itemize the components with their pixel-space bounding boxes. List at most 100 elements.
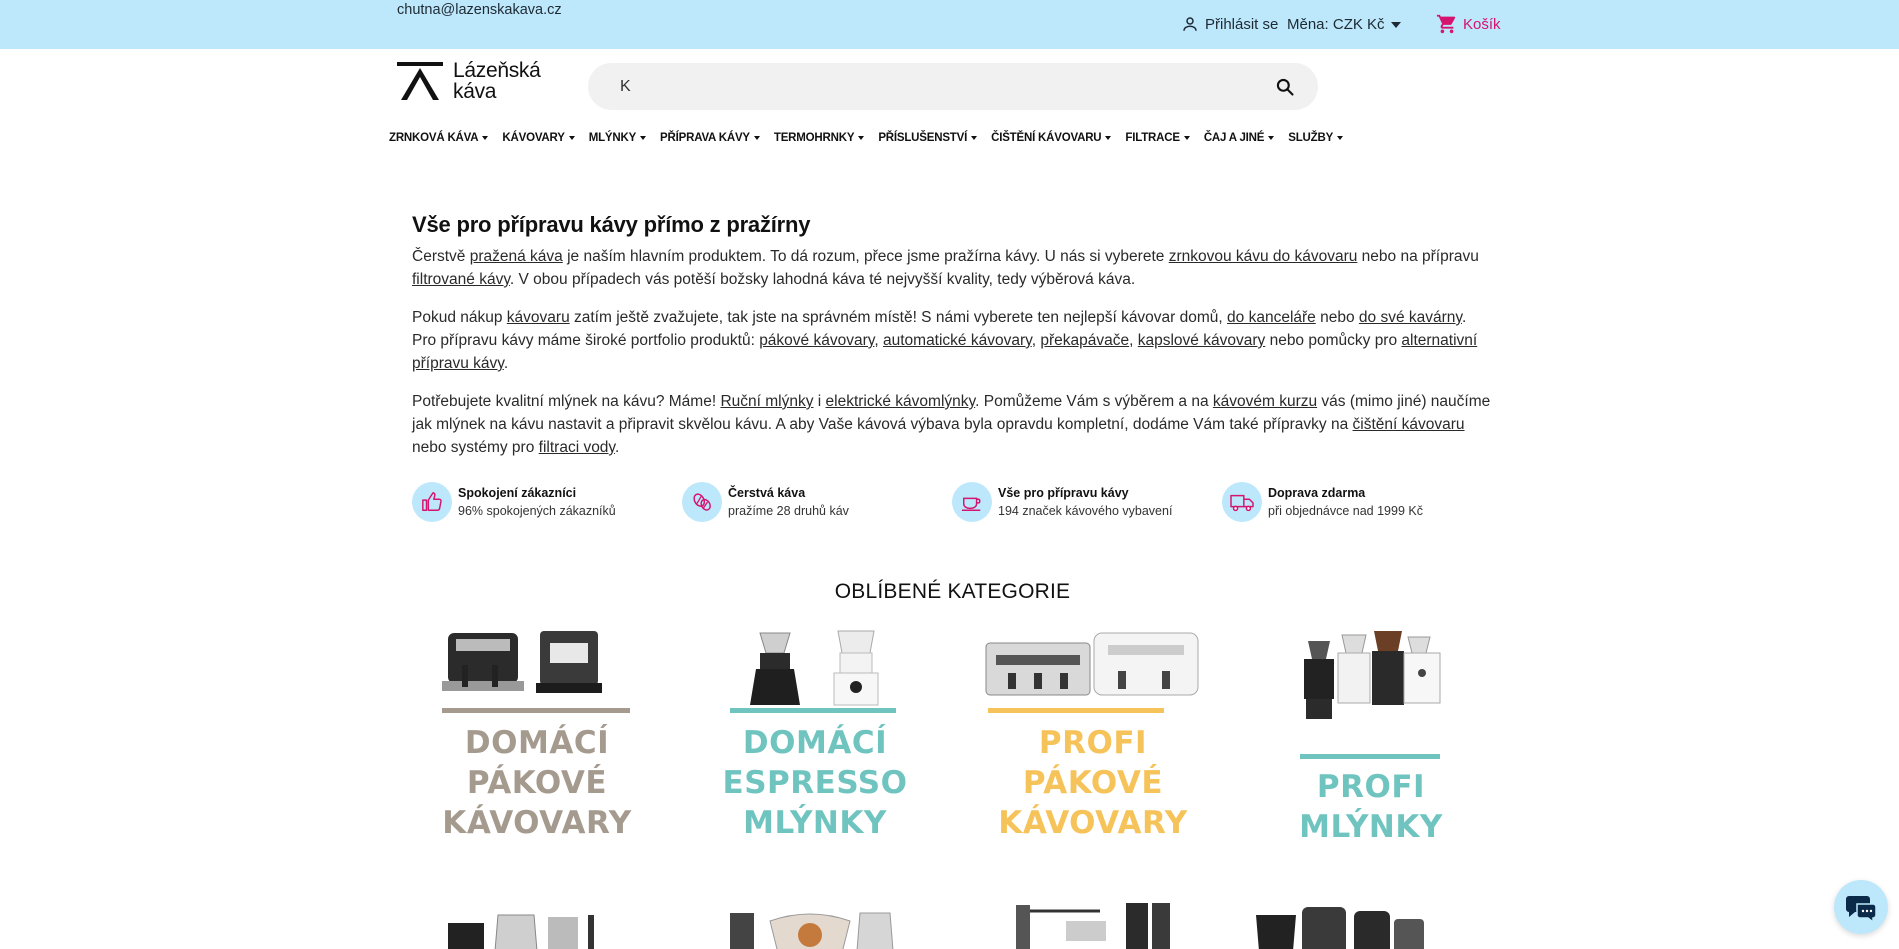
- category-label-line: PROFI: [1316, 769, 1426, 805]
- link-kavovy-kurz[interactable]: kávovém kurzu: [1213, 393, 1317, 410]
- text: nebo na přípravu: [1357, 248, 1479, 265]
- nav-item-cisteni-kavovaru[interactable]: ČIŠTĚNÍ KÁVOVARU: [991, 132, 1112, 144]
- link-filtrace-vody[interactable]: filtraci vody: [539, 439, 615, 456]
- benefit-title: Vše pro přípravu kávy: [998, 486, 1129, 500]
- contact-email[interactable]: chutna@lazenskakava.cz: [397, 2, 562, 18]
- pro-espresso-machine-image: [985, 632, 1199, 696]
- text: . Pomůžeme Vám s výběrem a na: [975, 393, 1213, 410]
- link-prazena-kava[interactable]: pražená káva: [470, 248, 563, 265]
- text: Čerstvě: [412, 248, 470, 265]
- caret-down-icon: [858, 136, 865, 140]
- link-kavovaru[interactable]: kávovaru: [507, 309, 570, 326]
- text: nebo systémy pro: [412, 439, 539, 456]
- nav-label: ČAJ A JINÉ: [1203, 132, 1265, 144]
- text: i: [813, 393, 826, 410]
- popular-categories: DOMÁCÍ PÁKOVÉ KÁVOVARY DOMÁCÍ ESPRESSO M…: [412, 625, 1492, 855]
- link-pakove-kavovary[interactable]: pákové kávovary: [759, 332, 874, 349]
- nav-item-termohrnky[interactable]: TERMOHRNKY: [774, 132, 865, 144]
- category-label: PROFI MLÝNKY: [1246, 767, 1496, 847]
- category-underline: [988, 708, 1164, 713]
- text: .: [615, 439, 620, 456]
- benefit-title: Doprava zdarma: [1268, 486, 1366, 500]
- categories-second-row: [412, 895, 1492, 949]
- link-filtrovana-kava[interactable]: filtrované kávy: [412, 271, 510, 288]
- thermo-mugs-image: [1256, 907, 1424, 949]
- link-zrnkova-kava[interactable]: zrnkovou kávu do kávovaru: [1169, 248, 1358, 265]
- chat-button[interactable]: [1834, 880, 1888, 934]
- link-cisteni-kavovaru[interactable]: čištění kávovaru: [1353, 416, 1465, 433]
- category-label-line: ESPRESSO: [722, 765, 908, 801]
- nav-label: PŘÍSLUŠENSTVÍ: [878, 132, 968, 144]
- benefit-item: Doprava zdarma při objednávce nad 1999 Kč: [1222, 482, 1492, 522]
- text: ,: [1129, 332, 1138, 349]
- caret-down-icon: [1183, 136, 1190, 140]
- caret-down-icon: [1390, 21, 1401, 28]
- cart-button[interactable]: Košík: [1436, 13, 1501, 35]
- category-domaci-espresso-mlynky[interactable]: DOMÁCÍ ESPRESSO MLÝNKY: [690, 625, 940, 855]
- top-bar: chutna@lazenskakava.cz Přihlásit se Měna…: [0, 0, 1899, 49]
- site-logo[interactable]: Lázeňská káva: [397, 60, 541, 102]
- benefits-strip: Spokojení zákazníci 96% spokojených zákaz…: [412, 482, 1492, 522]
- search-input[interactable]: [620, 77, 1272, 96]
- text: . V obou případech vás potěší božsky lah…: [509, 271, 1136, 288]
- nav-item-kavovary[interactable]: KÁVOVARY: [502, 132, 575, 144]
- category-profi-pakove-kavovary[interactable]: PROFI PÁKOVÉ KÁVOVARY: [968, 625, 1218, 855]
- page-title: Vše pro přípravu kávy přímo z pražírny: [412, 212, 811, 237]
- link-elektricke-kavomlynky[interactable]: elektrické kávomlýnky: [826, 393, 976, 410]
- link-prekapavace[interactable]: překapávače: [1040, 332, 1129, 349]
- pro-grinder-image: [1304, 631, 1441, 719]
- category-domaci-pakove-kavovary[interactable]: DOMÁCÍ PÁKOVÉ KÁVOVARY: [412, 625, 662, 855]
- coffee-cup-icon: [952, 482, 992, 522]
- currency-select[interactable]: Měna: CZK Kč: [1287, 16, 1401, 33]
- category-label-line: DOMÁCÍ: [464, 725, 610, 761]
- coffee-beans-icon: [682, 482, 722, 522]
- caret-down-icon: [971, 136, 978, 140]
- cart-icon: [1436, 14, 1456, 34]
- category-label-line: PROFI: [1038, 725, 1148, 761]
- benefit-item: Vše pro přípravu kávy 194 značek kávového…: [952, 482, 1222, 522]
- nav-item-caj-a-jine[interactable]: ČAJ A JINÉ: [1203, 132, 1275, 144]
- link-do-kancelare[interactable]: do kanceláře: [1227, 309, 1316, 326]
- intro-section: Vše pro přípravu kávy přímo z pražírny Č…: [412, 212, 1492, 474]
- nav-item-prislusenstvi[interactable]: PŘÍSLUŠENSTVÍ: [878, 132, 978, 144]
- link-automaticke-kavovary[interactable]: automatické kávovary: [883, 332, 1032, 349]
- category-label: DOMÁCÍ ESPRESSO MLÝNKY: [690, 723, 940, 843]
- text: ,: [874, 332, 883, 349]
- link-rucni-mlynky[interactable]: Ruční mlýnky: [720, 393, 813, 410]
- category-label-line: KÁVOVARY: [442, 805, 632, 841]
- caret-down-icon: [753, 136, 760, 140]
- logo-text: Lázeňská káva: [453, 60, 541, 102]
- search-icon: [1276, 78, 1294, 96]
- benefit-subtitle: 194 značek kávového vybavení: [998, 504, 1173, 518]
- delivery-truck-icon: [1222, 482, 1262, 522]
- popular-categories-heading: OBLÍBENÉ KATEGORIE: [834, 580, 1071, 603]
- text: .: [503, 355, 509, 372]
- text: zatím ještě zvažujete, tak jste na správ…: [569, 309, 1228, 326]
- caret-down-icon: [482, 136, 489, 140]
- link-kapslove-kavovary[interactable]: kapslové kávovary: [1138, 332, 1266, 349]
- benefit-subtitle: 96% spokojených zákazníků: [458, 504, 616, 518]
- caret-down-icon: [568, 136, 575, 140]
- category-underline: [730, 708, 896, 713]
- nav-label: PŘÍPRAVA KÁVY: [660, 132, 750, 144]
- login-button[interactable]: Přihlásit se: [1181, 15, 1278, 33]
- logo-line2: káva: [453, 80, 497, 103]
- intro-paragraph-3: Potřebujete kvalitní mlýnek na kávu? Mám…: [412, 390, 1492, 459]
- grinder-image: [750, 630, 879, 706]
- search-bar: [588, 63, 1318, 110]
- nav-item-filtrace[interactable]: FILTRACE: [1125, 132, 1190, 144]
- nav-item-priprava-kavy[interactable]: PŘÍPRAVA KÁVY: [660, 132, 760, 144]
- nav-item-sluzby[interactable]: SLUŽBY: [1288, 132, 1344, 144]
- link-do-sve-kavarny[interactable]: do své kavárny: [1359, 309, 1462, 326]
- logo-line1: Lázeňská: [453, 59, 541, 82]
- nav-item-zrnkova-kava[interactable]: ZRNKOVÁ KÁVA: [389, 132, 489, 144]
- category-label: PROFI PÁKOVÉ KÁVOVARY: [968, 723, 1218, 843]
- text: nebo pomůcky pro: [1265, 332, 1402, 349]
- category-profi-mlynky[interactable]: PROFI MLÝNKY: [1246, 625, 1496, 855]
- currency-label: Měna: CZK Kč: [1287, 16, 1385, 33]
- caret-down-icon: [1105, 136, 1112, 140]
- nav-item-mlynky[interactable]: MLÝNKY: [589, 132, 647, 144]
- brewing-gear-image: [730, 912, 894, 949]
- intro-paragraph-1: Čerstvě pražená káva je naším hlavním pr…: [412, 245, 1492, 291]
- search-button[interactable]: [1272, 74, 1298, 100]
